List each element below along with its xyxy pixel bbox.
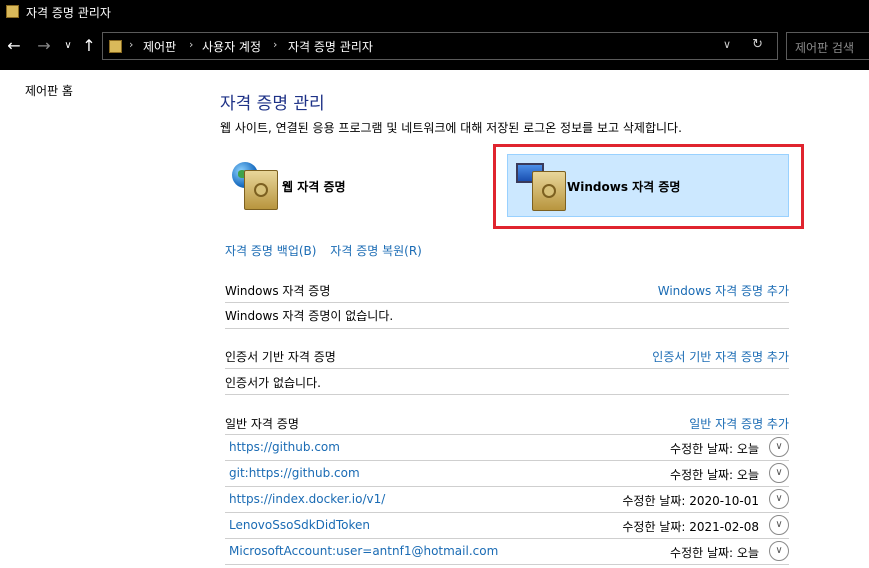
address-dropdown-icon[interactable]: ∨ bbox=[723, 38, 731, 51]
breadcrumb-user-accounts[interactable]: 사용자 계정 bbox=[202, 38, 261, 55]
credential-name[interactable]: LenovoSsoSdkDidToken bbox=[229, 518, 370, 532]
control-panel-home-link[interactable]: 제어판 홈 bbox=[25, 82, 73, 99]
credential-modified-date: 수정한 날짜: 오늘 bbox=[670, 546, 759, 560]
expand-chevron-icon[interactable]: ∨ bbox=[769, 541, 789, 561]
credential-row[interactable]: MicrosoftAccount:user=antnf1@hotmail.com… bbox=[225, 538, 789, 564]
page-description: 웹 사이트, 연결된 응용 프로그램 및 네트워크에 대해 저장된 로그온 정보… bbox=[220, 121, 682, 135]
address-box[interactable]: › 제어판 › 사용자 계정 › 자격 증명 관리자 ∨ ↻ bbox=[102, 32, 778, 60]
add-windows-credential-link[interactable]: Windows 자격 증명 추가 bbox=[658, 282, 789, 299]
backup-credentials-link[interactable]: 자격 증명 백업(B) bbox=[225, 244, 316, 258]
up-arrow-icon[interactable]: ↑ bbox=[79, 36, 99, 56]
generic-credentials-section-header: 일반 자격 증명 일반 자격 증명 추가 bbox=[225, 411, 789, 435]
search-input[interactable]: 제어판 검색 bbox=[786, 32, 869, 60]
certificate-credentials-empty: 인증서가 없습니다. bbox=[225, 376, 321, 390]
credential-name[interactable]: git:https://github.com bbox=[229, 466, 360, 480]
divider bbox=[225, 564, 789, 565]
credential-modified-date: 수정한 날짜: 오늘 bbox=[670, 468, 759, 482]
restore-credentials-link[interactable]: 자격 증명 복원(R) bbox=[330, 244, 422, 258]
section-title: 일반 자격 증명 bbox=[225, 417, 299, 431]
chevron-right-icon[interactable]: › bbox=[129, 38, 133, 51]
breadcrumb-credential-manager[interactable]: 자격 증명 관리자 bbox=[288, 38, 373, 55]
divider bbox=[225, 328, 789, 329]
add-generic-credential-link[interactable]: 일반 자격 증명 추가 bbox=[689, 415, 789, 432]
expand-chevron-icon[interactable]: ∨ bbox=[769, 489, 789, 509]
refresh-icon[interactable]: ↻ bbox=[752, 37, 763, 52]
expand-chevron-icon[interactable]: ∨ bbox=[769, 515, 789, 535]
credential-row[interactable]: git:https://github.com 수정한 날짜: 오늘 ∨ bbox=[225, 460, 789, 486]
breadcrumb-control-panel[interactable]: 제어판 bbox=[143, 38, 176, 55]
expand-chevron-icon[interactable]: ∨ bbox=[769, 463, 789, 483]
credential-row[interactable]: https://github.com 수정한 날짜: 오늘 ∨ bbox=[225, 434, 789, 460]
backup-restore-links: 자격 증명 백업(B) 자격 증명 복원(R) bbox=[225, 242, 432, 259]
web-credentials-label: 웹 자격 증명 bbox=[282, 180, 346, 194]
divider bbox=[225, 302, 789, 303]
credential-name[interactable]: MicrosoftAccount:user=antnf1@hotmail.com bbox=[229, 544, 498, 558]
credential-row[interactable]: LenovoSsoSdkDidToken 수정한 날짜: 2021-02-08 … bbox=[225, 512, 789, 538]
search-placeholder: 제어판 검색 bbox=[795, 41, 855, 55]
credential-manager-icon bbox=[6, 5, 19, 18]
web-credentials-category[interactable]: 웹 자격 증명 bbox=[224, 158, 484, 214]
address-bar: ← → ∨ ↑ › 제어판 › 사용자 계정 › 자격 증명 관리자 ∨ ↻ 제… bbox=[0, 24, 869, 70]
chevron-right-icon[interactable]: › bbox=[189, 38, 193, 51]
divider bbox=[225, 394, 789, 395]
credential-modified-date: 수정한 날짜: 2021-02-08 bbox=[622, 520, 759, 534]
forward-arrow-icon[interactable]: → bbox=[34, 36, 54, 56]
divider bbox=[225, 368, 789, 369]
credential-row[interactable]: https://index.docker.io/v1/ 수정한 날짜: 2020… bbox=[225, 486, 789, 512]
credential-modified-date: 수정한 날짜: 오늘 bbox=[670, 442, 759, 456]
recent-locations-chevron-icon[interactable]: ∨ bbox=[58, 36, 78, 56]
windows-credentials-empty: Windows 자격 증명이 없습니다. bbox=[225, 309, 394, 323]
selection-highlight-box bbox=[493, 144, 804, 229]
credential-modified-date: 수정한 날짜: 2020-10-01 bbox=[622, 494, 759, 508]
certificate-credentials-section-header: 인증서 기반 자격 증명 인증서 기반 자격 증명 추가 bbox=[225, 344, 789, 368]
page-title: 자격 증명 관리 bbox=[220, 94, 325, 114]
title-bar: 자격 증명 관리자 bbox=[0, 0, 869, 24]
credential-name[interactable]: https://github.com bbox=[229, 440, 340, 454]
section-title: Windows 자격 증명 bbox=[225, 284, 331, 298]
credential-name[interactable]: https://index.docker.io/v1/ bbox=[229, 492, 385, 506]
add-certificate-credential-link[interactable]: 인증서 기반 자격 증명 추가 bbox=[652, 348, 789, 365]
windows-credentials-section-header: Windows 자격 증명 Windows 자격 증명 추가 bbox=[225, 278, 789, 302]
window-title: 자격 증명 관리자 bbox=[26, 6, 111, 20]
expand-chevron-icon[interactable]: ∨ bbox=[769, 437, 789, 457]
control-panel-icon bbox=[109, 40, 122, 53]
vault-icon bbox=[244, 170, 278, 210]
section-title: 인증서 기반 자격 증명 bbox=[225, 350, 336, 364]
chevron-right-icon[interactable]: › bbox=[273, 38, 277, 51]
back-arrow-icon[interactable]: ← bbox=[4, 36, 24, 56]
